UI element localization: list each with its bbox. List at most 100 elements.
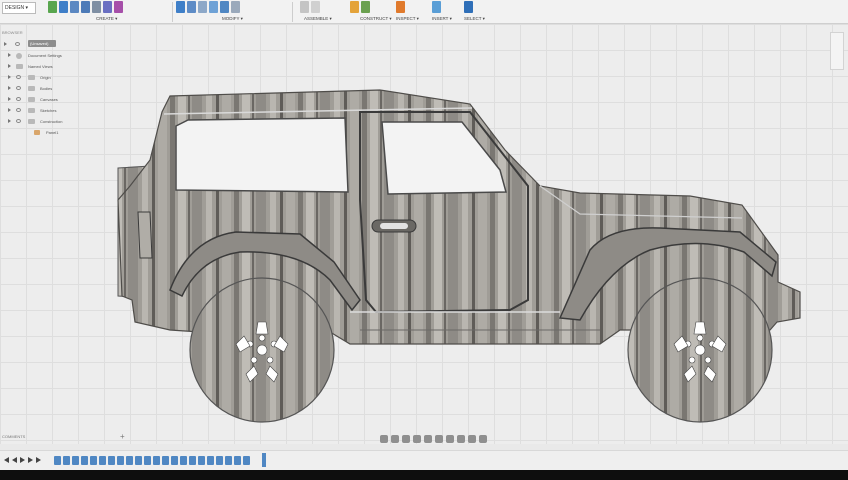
expand-icon[interactable] xyxy=(8,53,11,57)
browser-item-panel1[interactable]: Panel1 xyxy=(0,127,72,138)
form-icon[interactable] xyxy=(114,1,123,13)
timeline-feature[interactable] xyxy=(243,456,250,465)
step-forward-icon[interactable] xyxy=(28,457,33,463)
measure-icon[interactable] xyxy=(396,1,405,13)
timeline-controls xyxy=(4,457,41,463)
go-to-start-icon[interactable] xyxy=(4,457,9,463)
expand-icon[interactable] xyxy=(8,64,11,68)
revolve-icon[interactable] xyxy=(81,1,90,13)
fusion-window: DESIGN ▾ CREATE ▾ MODIFY ▾ ASSEMBLE ▾ CO… xyxy=(0,0,848,470)
pan-icon[interactable] xyxy=(402,435,410,443)
folder-icon xyxy=(28,119,35,124)
timeline-feature[interactable] xyxy=(54,456,61,465)
timeline-feature[interactable] xyxy=(189,456,196,465)
visibility-eye-icon[interactable] xyxy=(16,119,21,123)
zoom-icon[interactable] xyxy=(413,435,421,443)
visibility-eye-icon[interactable] xyxy=(16,75,21,79)
browser-item-bodies[interactable]: Bodies xyxy=(0,83,72,94)
timeline-feature[interactable] xyxy=(63,456,70,465)
add-comment-button[interactable]: + xyxy=(120,432,125,441)
shell-icon[interactable] xyxy=(209,1,218,13)
timeline-feature[interactable] xyxy=(171,456,178,465)
select-icon[interactable] xyxy=(464,1,473,13)
create-sketch-icon[interactable] xyxy=(59,1,68,13)
toolbar-group-assemble[interactable]: ASSEMBLE ▾ xyxy=(300,0,340,24)
move-icon[interactable] xyxy=(231,1,240,13)
timeline-feature[interactable] xyxy=(81,456,88,465)
go-to-end-icon[interactable] xyxy=(36,457,41,463)
browser-item-sketches[interactable]: Sketches xyxy=(0,105,72,116)
toolbar-group-select[interactable]: SELECT ▾ xyxy=(464,0,494,24)
orbit-icon[interactable] xyxy=(380,435,388,443)
timeline-feature[interactable] xyxy=(207,456,214,465)
timeline-feature[interactable] xyxy=(117,456,124,465)
browser-panel: BROWSER (Unsaved) Document Settings Name… xyxy=(0,26,72,146)
expand-icon[interactable] xyxy=(8,86,11,90)
browser-item-origin[interactable]: Origin xyxy=(0,72,72,83)
browser-item-construction[interactable]: Construction xyxy=(0,116,72,127)
design-canvas[interactable] xyxy=(0,24,848,444)
browser-item-document-settings[interactable]: Document Settings xyxy=(0,50,72,61)
timeline-feature[interactable] xyxy=(153,456,160,465)
display-settings-icon[interactable] xyxy=(435,435,443,443)
timeline-feature[interactable] xyxy=(162,456,169,465)
toolbar-group-modify[interactable]: MODIFY ▾ xyxy=(176,0,276,24)
timeline-feature[interactable] xyxy=(234,456,241,465)
axis-icon[interactable] xyxy=(361,1,370,13)
timeline-feature[interactable] xyxy=(135,456,142,465)
timeline-feature[interactable] xyxy=(225,456,232,465)
visibility-eye-icon[interactable] xyxy=(16,97,21,101)
loft-icon[interactable] xyxy=(103,1,112,13)
timeline-feature[interactable] xyxy=(90,456,97,465)
offset-plane-icon[interactable] xyxy=(350,1,359,13)
as-built-joint-icon[interactable] xyxy=(311,1,320,13)
expand-icon[interactable] xyxy=(8,75,11,79)
timeline-feature[interactable] xyxy=(216,456,223,465)
combine-icon[interactable] xyxy=(220,1,229,13)
timeline-feature[interactable] xyxy=(126,456,133,465)
joint-icon[interactable] xyxy=(300,1,309,13)
front-wheel xyxy=(627,277,773,423)
toolbar-group-create[interactable]: CREATE ▾ xyxy=(48,0,128,24)
expand-icon[interactable] xyxy=(8,97,11,101)
look-at-icon[interactable] xyxy=(391,435,399,443)
extrude-icon[interactable] xyxy=(70,1,79,13)
fillet-icon[interactable] xyxy=(187,1,196,13)
view-cube[interactable] xyxy=(830,32,844,70)
visibility-eye-icon[interactable] xyxy=(16,108,21,112)
toolbar-label-construct: CONSTRUCT ▾ xyxy=(360,16,392,21)
browser-root[interactable]: (Unsaved) xyxy=(0,39,72,50)
timeline-feature[interactable] xyxy=(144,456,151,465)
navigation-bar xyxy=(380,434,496,444)
timeline-feature[interactable] xyxy=(108,456,115,465)
toolbar-group-insert[interactable]: INSERT ▾ xyxy=(432,0,462,24)
toolbar-group-inspect[interactable]: INSPECT ▾ xyxy=(396,0,426,24)
browser-item-canvases[interactable]: Canvases xyxy=(0,94,72,105)
effects-icon[interactable] xyxy=(479,435,487,443)
insert-image-icon[interactable] xyxy=(432,1,441,13)
press-pull-icon[interactable] xyxy=(176,1,185,13)
expand-icon[interactable] xyxy=(8,119,11,123)
sweep-icon[interactable] xyxy=(92,1,101,13)
timeline-feature[interactable] xyxy=(99,456,106,465)
chamfer-icon[interactable] xyxy=(198,1,207,13)
fit-icon[interactable] xyxy=(424,435,432,443)
toolbar-group-construct[interactable]: CONSTRUCT ▾ xyxy=(350,0,392,24)
visibility-eye-icon[interactable] xyxy=(16,86,21,90)
timeline-marker[interactable] xyxy=(262,453,266,467)
jeep-model[interactable] xyxy=(0,24,848,444)
workspace-switcher[interactable]: DESIGN ▾ xyxy=(2,2,36,14)
environment-icon[interactable] xyxy=(468,435,476,443)
new-component-icon[interactable] xyxy=(48,1,57,13)
expand-icon[interactable] xyxy=(8,108,11,112)
viewports-icon[interactable] xyxy=(457,435,465,443)
timeline-feature[interactable] xyxy=(198,456,205,465)
play-icon[interactable] xyxy=(20,457,25,463)
timeline-feature[interactable] xyxy=(72,456,79,465)
step-back-icon[interactable] xyxy=(12,457,17,463)
timeline-feature[interactable] xyxy=(180,456,187,465)
visibility-eye-icon[interactable] xyxy=(15,42,20,46)
grid-settings-icon[interactable] xyxy=(446,435,454,443)
browser-item-named-views[interactable]: Named Views xyxy=(0,61,72,72)
expand-icon[interactable] xyxy=(4,42,7,46)
